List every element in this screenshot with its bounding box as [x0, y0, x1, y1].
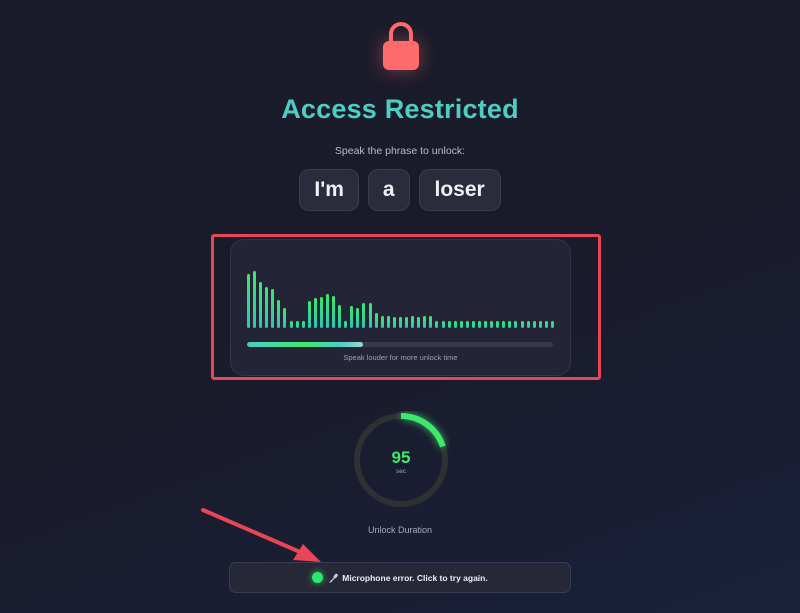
microphone-status-button[interactable]: Microphone error. Click to try again.	[229, 562, 571, 593]
annotation-arrow-icon	[201, 508, 321, 562]
lock-icon	[383, 22, 419, 70]
annotation-highlight-box	[211, 234, 601, 380]
phrase-word: loser	[418, 169, 501, 211]
page-title: Access Restricted	[281, 94, 519, 124]
microphone-icon	[329, 573, 339, 583]
timer-caption: Unlock Duration	[367, 525, 433, 535]
timer-value: 95	[391, 448, 411, 467]
instruction-text: Speak the phrase to unlock:	[334, 145, 466, 157]
status-indicator-dot	[312, 572, 324, 583]
phrase-words: I'm a loser	[0, 169, 800, 211]
phrase-word: I'm	[299, 169, 359, 211]
timer-unit: sec	[395, 468, 407, 475]
status-message: Microphone error. Click to try again.	[342, 572, 488, 583]
phrase-word: a	[367, 169, 410, 211]
